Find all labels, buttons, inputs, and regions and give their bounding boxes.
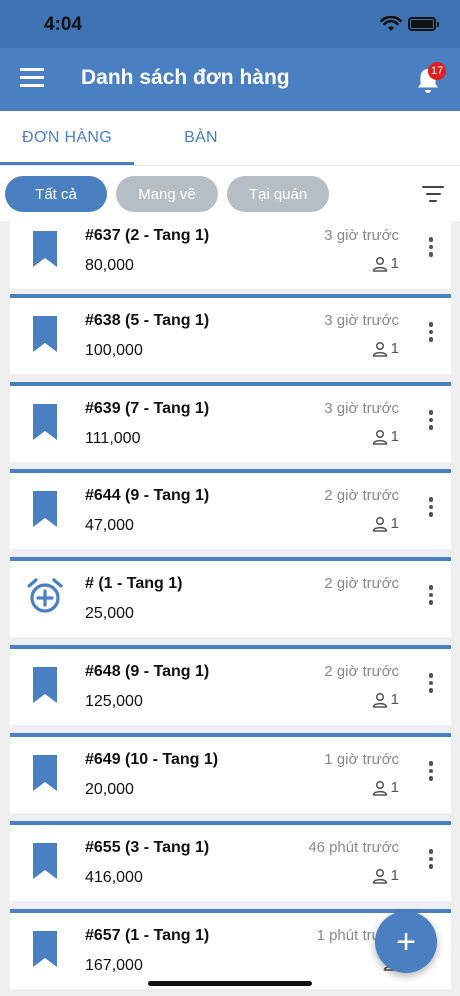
order-card[interactable]: # (1 - Tang 1) 25,000 2 giờ trước <box>10 557 451 637</box>
order-price: 25,000 <box>85 605 134 622</box>
order-time: 3 giờ trước <box>324 227 399 244</box>
order-card[interactable]: #638 (5 - Tang 1) 100,000 3 giờ trước 1 <box>10 294 451 374</box>
person-icon <box>372 780 387 796</box>
order-code: #655 (3 - Tang 1) <box>85 839 210 856</box>
app-bar: Danh sách đơn hàng <box>0 48 460 111</box>
tab-tables[interactable]: BÀN <box>134 111 268 165</box>
order-time: 2 giờ trước <box>324 575 399 592</box>
order-guests: 1 <box>372 867 399 884</box>
filter-chip-all[interactable]: Tất cả <box>5 176 107 212</box>
order-price: 20,000 <box>85 781 134 798</box>
bookmark-icon <box>33 231 57 267</box>
more-options-icon[interactable] <box>427 322 435 346</box>
more-options-icon[interactable] <box>427 497 435 521</box>
order-time: 1 giờ trước <box>324 751 399 768</box>
more-options-icon[interactable] <box>427 410 435 434</box>
tab-bar: ĐƠN HÀNG BÀN <box>0 111 460 165</box>
order-guests: 1 <box>372 515 399 532</box>
bookmark-icon <box>33 404 57 440</box>
order-code: #637 (2 - Tang 1) <box>85 227 210 244</box>
bookmark-icon <box>33 755 57 791</box>
order-guests: 1 <box>372 691 399 708</box>
alarm-add-icon <box>27 578 63 613</box>
order-card[interactable]: #648 (9 - Tang 1) 125,000 2 giờ trước 1 <box>10 645 451 725</box>
order-guests: 1 <box>372 255 399 272</box>
order-guests: 1 <box>372 340 399 357</box>
order-time: 3 giờ trước <box>324 400 399 417</box>
home-indicator <box>148 981 312 986</box>
order-card[interactable]: #649 (10 - Tang 1) 20,000 1 giờ trước 1 <box>10 733 451 813</box>
more-options-icon[interactable] <box>427 761 435 785</box>
order-time: 3 giờ trước <box>324 312 399 329</box>
bookmark-icon <box>33 667 57 703</box>
order-code: #648 (9 - Tang 1) <box>85 663 210 680</box>
filter-chip-dine-in[interactable]: Tại quán <box>227 176 329 212</box>
filter-chip-takeaway[interactable]: Mang về <box>116 176 218 212</box>
filter-icon[interactable] <box>422 186 444 202</box>
order-price: 47,000 <box>85 517 134 534</box>
order-card[interactable]: #637 (2 - Tang 1) 80,000 3 giờ trước 1 <box>10 221 451 289</box>
order-price: 80,000 <box>85 257 134 274</box>
order-code: #657 (1 - Tang 1) <box>85 927 210 944</box>
battery-icon <box>408 17 439 31</box>
order-time: 2 giờ trước <box>324 663 399 680</box>
person-icon <box>372 429 387 445</box>
order-code: #644 (9 - Tang 1) <box>85 487 210 504</box>
person-icon <box>372 256 387 272</box>
status-time: 4:04 <box>44 14 83 35</box>
more-options-icon[interactable] <box>427 673 435 697</box>
order-card[interactable]: #639 (7 - Tang 1) 111,000 3 giờ trước 1 <box>10 382 451 462</box>
page-title: Danh sách đơn hàng <box>81 66 290 89</box>
order-price: 100,000 <box>85 342 143 359</box>
order-code: # (1 - Tang 1) <box>85 575 183 592</box>
person-icon <box>372 868 387 884</box>
status-bar: 4:04 <box>0 0 460 48</box>
order-price: 111,000 <box>85 430 141 447</box>
order-card[interactable]: #644 (9 - Tang 1) 47,000 2 giờ trước 1 <box>10 469 451 549</box>
order-code: #639 (7 - Tang 1) <box>85 400 210 417</box>
more-options-icon[interactable] <box>427 237 435 261</box>
order-list: #637 (2 - Tang 1) 80,000 3 giờ trước 1 #… <box>0 221 460 996</box>
order-time: 46 phút trước <box>308 839 399 856</box>
person-icon <box>372 516 387 532</box>
more-options-icon[interactable] <box>427 585 435 609</box>
order-card[interactable]: #655 (3 - Tang 1) 416,000 46 phút trước … <box>10 821 451 901</box>
menu-icon[interactable] <box>20 68 44 88</box>
tab-orders[interactable]: ĐƠN HÀNG <box>0 111 134 165</box>
bookmark-icon <box>33 843 57 879</box>
person-icon <box>372 341 387 357</box>
more-options-icon[interactable] <box>427 849 435 873</box>
order-guests: 1 <box>372 779 399 796</box>
filter-bar: Tất cả Mang về Tại quán <box>0 165 460 221</box>
order-price: 167,000 <box>85 957 143 974</box>
order-price: 125,000 <box>85 693 143 710</box>
add-order-button[interactable]: + <box>375 911 437 973</box>
order-code: #638 (5 - Tang 1) <box>85 312 210 329</box>
order-time: 2 giờ trước <box>324 487 399 504</box>
bookmark-icon <box>33 491 57 527</box>
bookmark-icon <box>33 931 57 967</box>
order-price: 416,000 <box>85 869 143 886</box>
person-icon <box>372 692 387 708</box>
order-guests: 1 <box>372 428 399 445</box>
bookmark-icon <box>33 316 57 352</box>
order-code: #649 (10 - Tang 1) <box>85 751 219 768</box>
wifi-icon <box>380 16 402 31</box>
